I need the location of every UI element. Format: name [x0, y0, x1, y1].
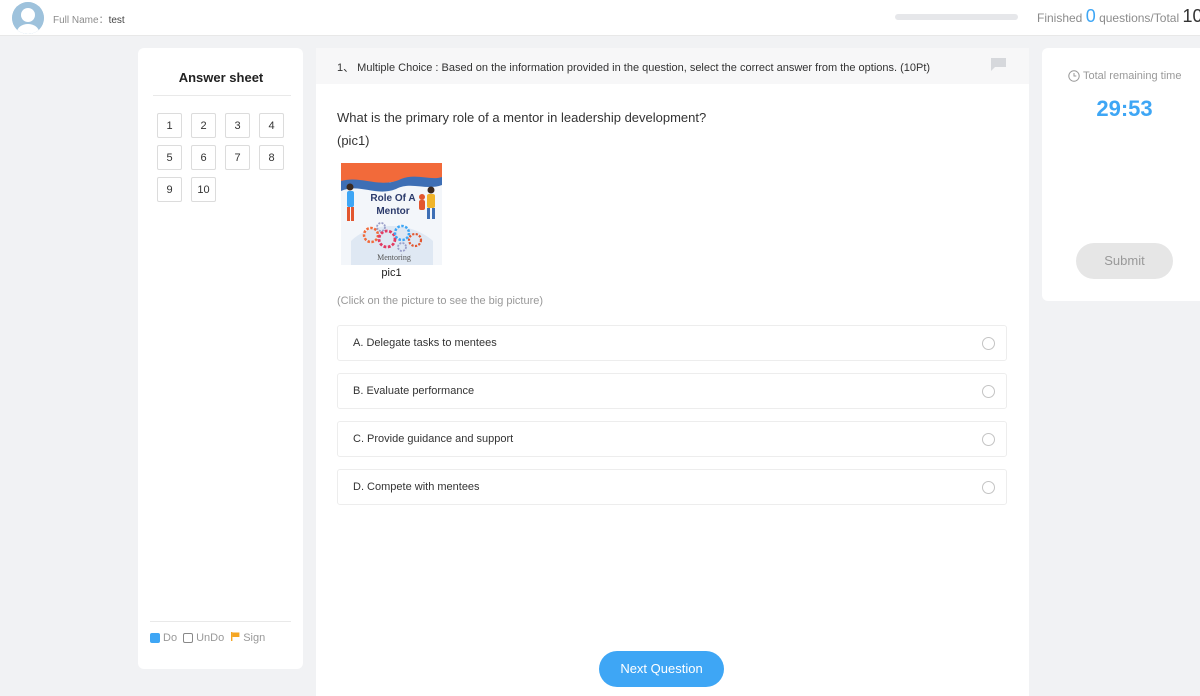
- legend-sign: Sign: [243, 632, 266, 644]
- legend-do: Do: [163, 632, 178, 644]
- question-number-6[interactable]: 6: [191, 145, 216, 170]
- question-panel: 1、 Multiple Choice : Based on the inform…: [316, 48, 1029, 696]
- option-d[interactable]: D. Compete with mentees: [337, 469, 1007, 505]
- question-image[interactable]: Role Of A Mentor Mentoring: [341, 163, 442, 265]
- option-a-label: A. Delegate tasks to mentees: [353, 337, 497, 349]
- option-b-radio[interactable]: [982, 385, 995, 398]
- timer-label: Total remaining time: [1068, 70, 1181, 82]
- option-c-radio[interactable]: [982, 433, 995, 446]
- option-c-label: C. Provide guidance and support: [353, 433, 514, 445]
- top-bar: Full Name：test Finished 0 questions/Tota…: [0, 0, 1200, 36]
- total-count: 10: [1182, 6, 1200, 26]
- progress-bar: [895, 14, 1018, 20]
- option-d-label: D. Compete with mentees: [353, 481, 480, 493]
- next-question-button[interactable]: Next Question: [599, 651, 724, 687]
- image-title-line2: Mentor: [376, 206, 409, 217]
- clock-icon: [1068, 70, 1080, 82]
- flag-icon[interactable]: [991, 58, 1006, 76]
- full-name-value: test: [108, 15, 125, 26]
- divider: [153, 95, 291, 96]
- question-number-9[interactable]: 9: [157, 177, 182, 202]
- finished-middle: questions/Total: [1099, 11, 1180, 25]
- option-b-label: B. Evaluate performance: [353, 385, 475, 397]
- answer-sheet: Answer sheet 1 2 3 4 5 6 7 8 9 10 Do UnD…: [138, 48, 303, 669]
- option-d-radio[interactable]: [982, 481, 995, 494]
- sign-flag-icon: [231, 632, 240, 644]
- option-a[interactable]: A. Delegate tasks to mentees: [337, 325, 1007, 361]
- question-number-7[interactable]: 7: [225, 145, 250, 170]
- image-title-line1: Role Of A: [370, 193, 415, 204]
- image-subtitle: Mentoring: [377, 253, 411, 262]
- remaining-time: 29:53: [1096, 96, 1153, 121]
- question-number-10[interactable]: 10: [191, 177, 216, 202]
- answer-legend: Do UnDo Sign: [150, 632, 265, 644]
- question-number-5[interactable]: 5: [157, 145, 182, 170]
- question-header: 1、 Multiple Choice : Based on the inform…: [316, 48, 1029, 84]
- undo-swatch-icon: [183, 633, 194, 643]
- finished-prefix: Finished: [1037, 11, 1083, 25]
- divider: [150, 621, 291, 622]
- image-caption: pic1: [381, 267, 402, 279]
- answer-sheet-title: Answer sheet: [178, 70, 264, 85]
- user-avatar-icon: [12, 2, 44, 34]
- option-b[interactable]: B. Evaluate performance: [337, 373, 1007, 409]
- option-c[interactable]: C. Provide guidance and support: [337, 421, 1007, 457]
- question-pic-ref: (pic1): [337, 133, 370, 148]
- legend-undo: UnDo: [196, 632, 225, 644]
- timer-panel: Total remaining time 29:53 Submit: [1042, 48, 1200, 301]
- full-name-label: Full Name：: [53, 15, 109, 26]
- full-name: Full Name：test: [53, 11, 125, 26]
- finished-counter: Finished 0 questions/Total 10 qu: [1037, 6, 1200, 27]
- timer-label-text: Total remaining time: [1083, 70, 1182, 82]
- do-swatch-icon: [150, 633, 160, 643]
- question-number-1[interactable]: 1: [157, 113, 182, 138]
- question-number-8[interactable]: 8: [259, 145, 284, 170]
- avatar: [12, 2, 44, 34]
- question-number-3[interactable]: 3: [225, 113, 250, 138]
- option-a-radio[interactable]: [982, 337, 995, 350]
- question-text: What is the primary role of a mentor in …: [337, 110, 707, 125]
- image-hint: (Click on the picture to see the big pic…: [337, 295, 544, 307]
- question-type-description: 1、 Multiple Choice : Based on the inform…: [337, 62, 931, 74]
- finished-count: 0: [1085, 6, 1096, 26]
- question-number-4[interactable]: 4: [259, 113, 284, 138]
- submit-button[interactable]: Submit: [1076, 243, 1173, 279]
- question-number-2[interactable]: 2: [191, 113, 216, 138]
